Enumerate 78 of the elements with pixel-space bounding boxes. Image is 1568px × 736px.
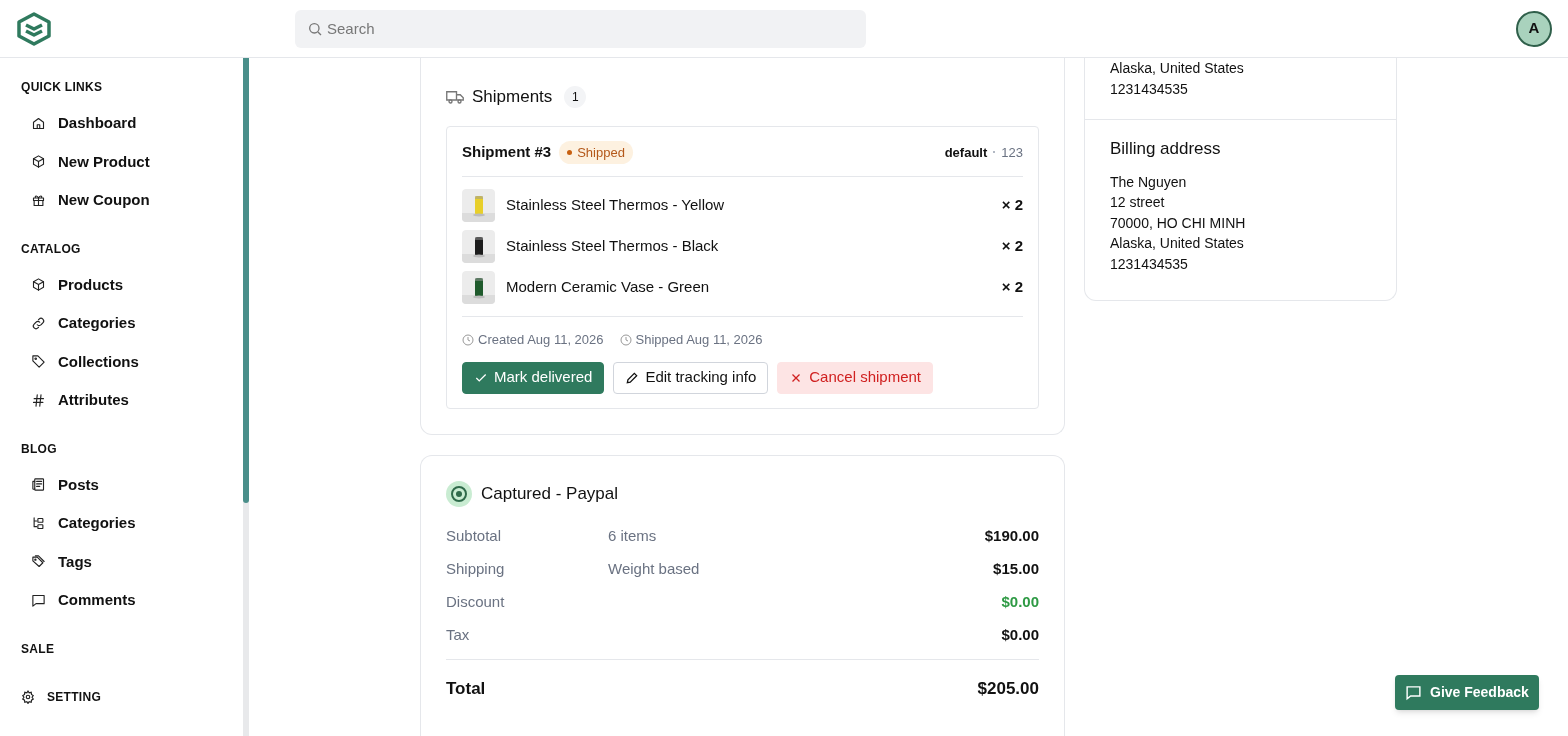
- quantity: × 2: [1001, 277, 1023, 298]
- nav-link[interactable]: Dashboard: [58, 112, 137, 135]
- hierarchy-icon: [31, 515, 46, 531]
- nav-link[interactable]: Posts: [58, 473, 99, 496]
- address-line: 1231434535: [1110, 254, 1189, 274]
- shipping-method: default: [944, 143, 988, 162]
- summary-detail: 6 items: [608, 525, 657, 546]
- product-name: Stainless Steel Thermos - Yellow: [506, 195, 725, 216]
- address-line: The Nguyen: [1110, 172, 1188, 192]
- product-name: Modern Ceramic Vase - Green: [506, 277, 710, 298]
- address-line: Alaska, United States: [1110, 234, 1245, 253]
- cube-icon: [31, 154, 46, 170]
- nav-link[interactable]: Products: [58, 273, 123, 296]
- summary-label: Discount: [446, 591, 506, 612]
- clock-icon: [462, 333, 474, 346]
- radio-icon: [446, 480, 472, 507]
- summary-label: Tax: [446, 624, 471, 645]
- edit-tracking-button[interactable]: Edit tracking info: [613, 361, 769, 394]
- quantity: × 2: [1001, 236, 1023, 257]
- nav-link[interactable]: Comments: [58, 589, 136, 612]
- settings-link[interactable]: SETTING: [47, 688, 102, 706]
- summary-label: Shipping: [446, 558, 506, 579]
- hash-icon: [31, 392, 46, 408]
- nav-link[interactable]: New Product: [58, 150, 150, 173]
- search-icon: [307, 20, 323, 37]
- nav-link[interactable]: Categories: [58, 312, 136, 335]
- quantity: × 2: [1001, 195, 1023, 216]
- summary-amount: $0.00: [1001, 591, 1039, 612]
- feedback-button[interactable]: Give Feedback: [1395, 675, 1539, 710]
- scrollbar-thumb[interactable]: [243, 58, 249, 503]
- comment-icon: [31, 592, 46, 608]
- avatar[interactable]: A: [1516, 10, 1552, 47]
- settings-icon[interactable]: [21, 690, 35, 704]
- nav-link[interactable]: Categories: [58, 512, 136, 535]
- shipped-date: Shipped Aug 11, 2026: [635, 331, 763, 349]
- shipment-title: Shipment #3: [462, 142, 552, 162]
- summary-amount: $190.00: [984, 525, 1039, 546]
- truck-icon: [446, 88, 464, 105]
- search-field[interactable]: Search: [295, 9, 866, 48]
- total-label: Total: [446, 677, 486, 700]
- product-name: Stainless Steel Thermos - Black: [506, 236, 719, 257]
- section-heading: CATALOG: [20, 240, 82, 258]
- gift-icon: [31, 192, 46, 208]
- summary-amount: $15.00: [993, 558, 1039, 579]
- count-badge: 1: [564, 85, 587, 108]
- total-amount: $205.00: [977, 677, 1039, 700]
- newspaper-icon: [31, 477, 46, 493]
- section-heading: QUICK LINKS: [20, 79, 104, 96]
- payment-title: Captured - Paypal: [481, 482, 619, 505]
- tags-icon: [31, 554, 46, 570]
- status-badge: Shipped: [559, 140, 633, 164]
- address-line: 70000, HO CHI MINH: [1110, 213, 1247, 233]
- nav-link[interactable]: Attributes: [58, 389, 129, 412]
- cancel-shipment-button[interactable]: Cancel shipment: [777, 361, 933, 394]
- tracking-number: 123: [1001, 143, 1023, 162]
- section-heading: SALE: [20, 640, 56, 658]
- created-date: Created Aug 11, 2026: [478, 331, 604, 349]
- logo-icon[interactable]: [16, 10, 52, 47]
- nav-link[interactable]: Collections: [58, 350, 139, 373]
- billing-title: Billing address: [1110, 138, 1222, 160]
- nav-link[interactable]: New Coupon: [58, 189, 150, 212]
- home-icon: [31, 115, 46, 131]
- cube-icon: [31, 277, 46, 293]
- section-title: Shipments: [472, 86, 553, 108]
- address-line: Alaska, United States: [1110, 59, 1245, 78]
- address-line: 12 street: [1110, 193, 1166, 212]
- summary-label: Subtotal: [446, 525, 503, 546]
- pencil-icon: [625, 370, 640, 385]
- mark-delivered-button[interactable]: Mark delivered: [462, 361, 605, 394]
- section-heading: BLOG: [20, 440, 58, 458]
- tag-icon: [31, 354, 46, 370]
- nav-link[interactable]: Tags: [58, 550, 92, 573]
- clock-icon: [619, 333, 632, 346]
- link-icon: [31, 315, 46, 331]
- chat-icon: [1405, 684, 1422, 701]
- summary-amount: $0.00: [1001, 624, 1039, 645]
- address-line: 1231434535: [1110, 80, 1189, 99]
- summary-detail: Weight based: [608, 558, 700, 579]
